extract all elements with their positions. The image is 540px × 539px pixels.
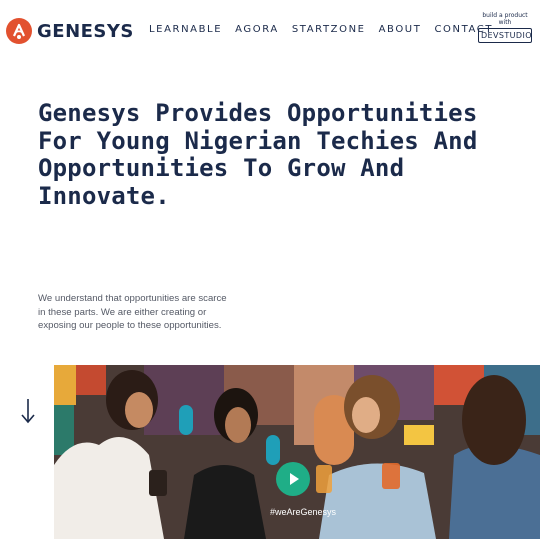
hero-title: Genesys Provides Opportunities For Young… <box>38 99 478 210</box>
devstudio-button[interactable]: DEVSTUDIO <box>478 28 532 43</box>
devstudio-link[interactable]: build a product with DEVSTUDIO <box>478 12 532 43</box>
main-nav: LEARNABLE AGORA STARTZONE ABOUT CONTACT <box>149 24 506 35</box>
nav-agora[interactable]: AGORA <box>235 24 279 35</box>
devstudio-tagline: build a product with <box>482 12 528 26</box>
nav-learnable[interactable]: LEARNABLE <box>149 24 222 35</box>
nav-about[interactable]: ABOUT <box>379 24 422 35</box>
genesys-logo-icon <box>6 18 32 44</box>
play-button[interactable] <box>276 462 310 496</box>
hero-description: We understand that opportunities are sca… <box>38 293 227 331</box>
brand-name: GENESYS <box>37 20 134 42</box>
site-header: GENESYS LEARNABLE AGORA STARTZONE ABOUT … <box>0 0 540 62</box>
nav-startzone[interactable]: STARTZONE <box>292 24 366 35</box>
hashtag-label: #weAreGenesys <box>270 507 337 517</box>
arrow-down-icon[interactable] <box>19 397 37 430</box>
play-icon <box>290 473 299 485</box>
brand-logo[interactable]: GENESYS <box>6 18 134 44</box>
